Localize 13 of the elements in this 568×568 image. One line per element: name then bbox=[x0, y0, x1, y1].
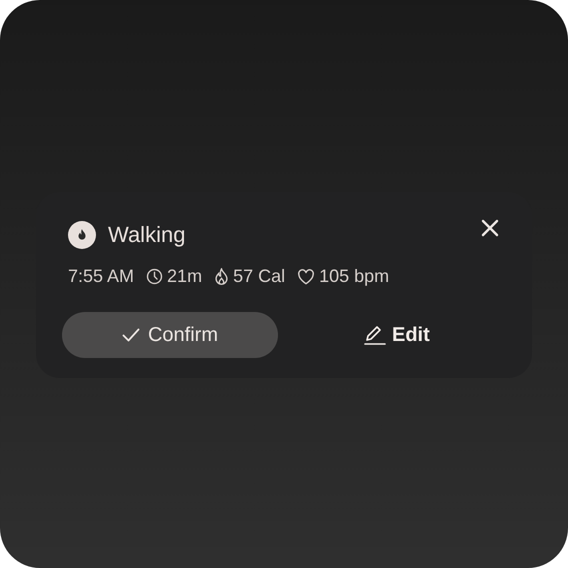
stat-text: 57 Cal bbox=[233, 265, 286, 288]
edit-button[interactable]: Edit bbox=[362, 312, 432, 358]
heart-icon bbox=[297, 268, 316, 284]
clock-icon bbox=[146, 268, 164, 285]
pencil-icon bbox=[364, 325, 386, 345]
check-icon bbox=[122, 328, 140, 342]
activity-title: Walking bbox=[108, 221, 186, 249]
confirm-button[interactable]: Confirm bbox=[62, 312, 278, 358]
time-text: 7:55 AM bbox=[68, 265, 134, 288]
flame-icon bbox=[214, 268, 230, 286]
stat-text: 105 bpm bbox=[319, 265, 390, 288]
stat-text: 21m bbox=[167, 265, 202, 288]
flame-icon bbox=[68, 220, 96, 248]
